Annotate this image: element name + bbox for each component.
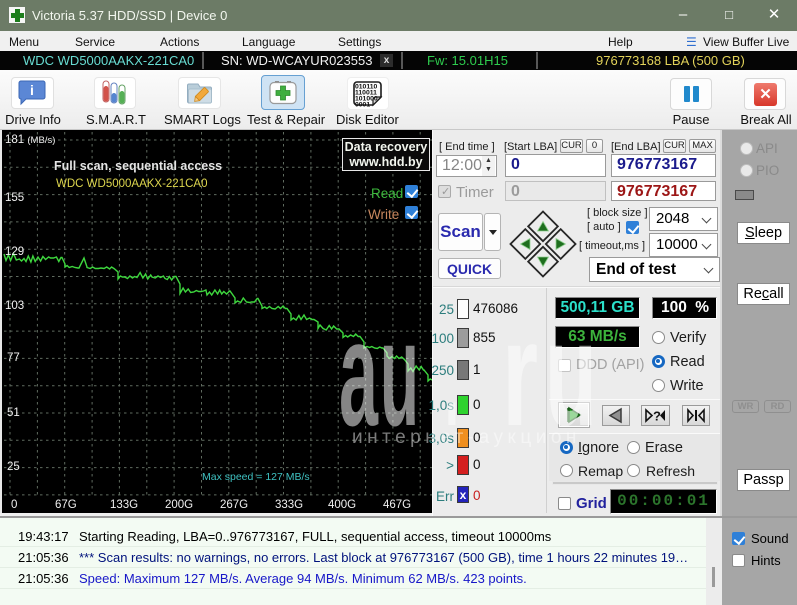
svg-text:?: ? [653, 409, 661, 424]
svg-text:i: i [30, 82, 34, 98]
svg-text:0001: 0001 [355, 102, 370, 109]
